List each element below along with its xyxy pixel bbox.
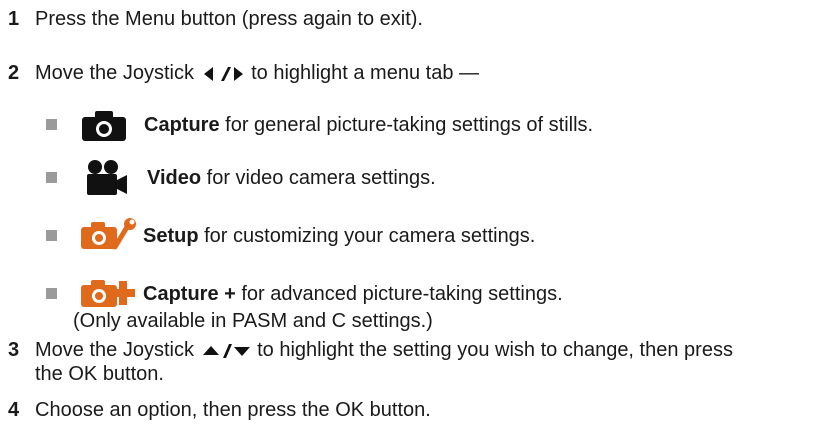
step-4: 4 Choose an option, then press the OK but… (8, 398, 431, 422)
tab-description: for video camera settings. (206, 167, 436, 189)
step-text-after: to highlight the setting you wish to cha… (257, 339, 733, 361)
bullet (46, 119, 57, 130)
step-text: Choose an option, then press the OK butt… (35, 399, 431, 421)
tab-label: Setup (143, 225, 199, 247)
step-text-before: Move the Joystick (35, 339, 194, 361)
step-2: 2 Move the Joystick to highlight a menu t… (8, 61, 479, 85)
bullet (46, 288, 57, 299)
step-3: 3 Move the Joystick to highlight the sett… (8, 338, 808, 386)
left-right-arrows-icon (203, 66, 243, 81)
step-1: 1 Press the Menu button (press again to e… (8, 7, 423, 31)
step-number: 1 (8, 8, 20, 30)
step-text: Press the Menu button (press again to ex… (35, 8, 423, 30)
tab-note: (Only available in PASM and C settings.) (73, 310, 433, 332)
tab-description: for general picture-taking settings of s… (225, 114, 594, 136)
capture-plus-icon (81, 280, 135, 307)
bullet (46, 172, 57, 183)
step-text-continued: the OK button. (35, 363, 164, 385)
tab-label: Video (147, 167, 202, 189)
up-down-arrows-icon (202, 343, 250, 358)
step-number: 2 (8, 62, 20, 84)
tab-label: Capture (144, 114, 220, 136)
step-number: 4 (8, 399, 20, 421)
step-text-before: Move the Joystick (35, 62, 194, 84)
setup-wrench-icon (81, 218, 136, 250)
step-number: 3 (8, 339, 20, 361)
bullet (46, 230, 57, 241)
tab-label: Capture + (143, 283, 236, 305)
tab-description: for advanced picture-taking settings. (241, 283, 563, 305)
video-camera-icon (87, 160, 127, 195)
step-text-after: to highlight a menu tab — (251, 62, 479, 84)
tab-description: for customizing your camera settings. (204, 225, 536, 247)
camera-icon (82, 111, 126, 141)
